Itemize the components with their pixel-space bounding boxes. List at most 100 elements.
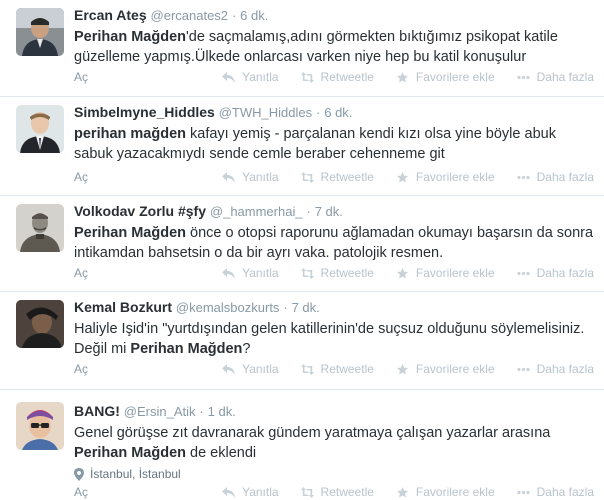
fullname[interactable]: Ercan Ateş xyxy=(74,7,147,23)
more-label: Daha fazla xyxy=(536,362,594,376)
mention-highlight: perihan mağden xyxy=(74,126,186,142)
tweet[interactable]: Volkodav Zorlu #şfy @_hammerhai_ · 7 dk.… xyxy=(0,196,604,292)
favorite-button[interactable]: Favorilere ekle xyxy=(396,70,495,84)
username[interactable]: @Ersin_Atik xyxy=(124,404,196,419)
tweet-text: Perihan Mağden önce o otopsi raporunu ağ… xyxy=(74,223,594,263)
tweet-location[interactable]: İstanbul, İstanbul xyxy=(74,466,594,482)
tweet-header: Volkodav Zorlu #şfy @_hammerhai_ · 7 dk. xyxy=(74,202,594,221)
tweet-actions: Yanıtla Retweetle Favorilere ekle Daha f… xyxy=(200,485,594,499)
more-dots-icon xyxy=(517,490,530,494)
favorite-button[interactable]: Favorilere ekle xyxy=(396,170,495,184)
reply-button[interactable]: Yanıtla xyxy=(222,362,279,376)
favorite-star-icon xyxy=(396,363,408,374)
mention-highlight: Perihan Mağden xyxy=(74,445,186,461)
retweet-button[interactable]: Retweetle xyxy=(300,70,374,84)
separator: · xyxy=(283,300,288,315)
expand-link[interactable]: Aç xyxy=(74,70,88,84)
timestamp[interactable]: 6 dk. xyxy=(324,105,352,120)
tweet-actions: Yanıtla Retweetle Favorilere ekle Daha f… xyxy=(200,170,594,184)
retweet-icon xyxy=(300,486,314,498)
favorite-button[interactable]: Favorilere ekle xyxy=(396,485,495,499)
fullname[interactable]: BANG! xyxy=(74,403,120,419)
tweet-text: Haliyle Işid'in "yurtdışından gelen kati… xyxy=(74,319,594,359)
more-label: Daha fazla xyxy=(536,170,594,184)
favorite-star-icon xyxy=(396,486,408,497)
tweet-content: Kemal Bozkurt @kemalsbozkurts · 7 dk. Ha… xyxy=(74,298,594,359)
expand-link[interactable]: Aç xyxy=(74,170,88,184)
favorite-label: Favorilere ekle xyxy=(415,485,495,499)
retweet-label: Retweetle xyxy=(320,70,374,84)
reply-icon xyxy=(222,71,236,83)
fullname[interactable]: Simbelmyne_Hiddles xyxy=(74,104,215,120)
tweet[interactable]: Kemal Bozkurt @kemalsbozkurts · 7 dk. Ha… xyxy=(0,292,604,390)
tweet[interactable]: BANG! @Ersin_Atik · 1 dk. Genel görüşse … xyxy=(0,390,604,500)
reply-button[interactable]: Yanıtla xyxy=(222,485,279,499)
expand-link[interactable]: Aç xyxy=(74,362,88,376)
reply-label: Yanıtla xyxy=(242,170,279,184)
retweet-button[interactable]: Retweetle xyxy=(300,266,374,280)
tweet[interactable]: Simbelmyne_Hiddles @TWH_Hiddles · 6 dk. … xyxy=(0,97,604,196)
reply-button[interactable]: Yanıtla xyxy=(222,266,279,280)
tweet-header: Ercan Ateş @ercanates2 · 6 dk. xyxy=(74,6,594,25)
more-dots-icon xyxy=(517,75,530,79)
retweet-icon xyxy=(300,363,314,375)
tweet-actions: Yanıtla Retweetle Favorilere ekle Daha f… xyxy=(200,70,594,84)
reply-icon xyxy=(222,171,236,183)
tweet-header: Kemal Bozkurt @kemalsbozkurts · 7 dk. xyxy=(74,298,594,317)
expand-link[interactable]: Aç xyxy=(74,485,88,499)
tweet-content: BANG! @Ersin_Atik · 1 dk. Genel görüşse … xyxy=(74,402,594,482)
more-button[interactable]: Daha fazla xyxy=(517,362,594,376)
expand-link[interactable]: Aç xyxy=(74,266,88,280)
more-button[interactable]: Daha fazla xyxy=(517,170,594,184)
tweet-text: Perihan Mağden'de saçmalamış,adını görme… xyxy=(74,27,594,67)
avatar[interactable] xyxy=(16,105,64,153)
fullname[interactable]: Kemal Bozkurt xyxy=(74,299,172,315)
username[interactable]: @TWH_Hiddles xyxy=(219,105,312,120)
reply-button[interactable]: Yanıtla xyxy=(222,170,279,184)
favorite-star-icon xyxy=(396,171,408,182)
separator: · xyxy=(306,204,311,219)
retweet-label: Retweetle xyxy=(320,266,374,280)
username[interactable]: @_hammerhai_ xyxy=(210,204,303,219)
mention-highlight: Perihan Mağden xyxy=(130,341,243,357)
more-button[interactable]: Daha fazla xyxy=(517,266,594,280)
tweet-footer: Aç Yanıtla Retweetle Favorilere ekle Dah… xyxy=(74,170,594,186)
tweet-header: BANG! @Ersin_Atik · 1 dk. xyxy=(74,402,594,421)
timestamp[interactable]: 6 dk. xyxy=(240,8,268,23)
avatar[interactable] xyxy=(16,300,64,348)
username[interactable]: @kemalsbozkurts xyxy=(176,300,280,315)
timestamp[interactable]: 1 dk. xyxy=(208,404,236,419)
more-button[interactable]: Daha fazla xyxy=(517,485,594,499)
tweet-actions: Yanıtla Retweetle Favorilere ekle Daha f… xyxy=(200,266,594,280)
tweet[interactable]: Ercan Ateş @ercanates2 · 6 dk. Perihan M… xyxy=(0,0,604,97)
text-segment: de eklendi xyxy=(186,445,257,461)
favorite-button[interactable]: Favorilere ekle xyxy=(396,362,495,376)
location-pin-icon xyxy=(74,467,84,481)
retweet-button[interactable]: Retweetle xyxy=(300,170,374,184)
reply-button[interactable]: Yanıtla xyxy=(222,70,279,84)
retweet-label: Retweetle xyxy=(320,485,374,499)
mention-highlight: Perihan Mağden xyxy=(74,29,186,45)
timestamp[interactable]: 7 dk. xyxy=(292,300,320,315)
reply-label: Yanıtla xyxy=(242,70,279,84)
avatar[interactable] xyxy=(16,402,64,450)
retweet-button[interactable]: Retweetle xyxy=(300,362,374,376)
username[interactable]: @ercanates2 xyxy=(151,8,229,23)
more-button[interactable]: Daha fazla xyxy=(517,70,594,84)
location-label: İstanbul, İstanbul xyxy=(90,467,181,481)
reply-label: Yanıtla xyxy=(242,485,279,499)
timestamp[interactable]: 7 dk. xyxy=(315,204,343,219)
favorite-star-icon xyxy=(396,267,408,278)
tweet-footer: Aç Yanıtla Retweetle Favorilere ekle Dah… xyxy=(74,362,594,378)
more-dots-icon xyxy=(517,367,530,371)
favorite-button[interactable]: Favorilere ekle xyxy=(396,266,495,280)
separator: · xyxy=(231,8,237,23)
tweet-footer: Aç Yanıtla Retweetle Favorilere ekle Dah… xyxy=(74,70,594,86)
fullname[interactable]: Volkodav Zorlu #şfy xyxy=(74,203,206,219)
avatar-image xyxy=(16,105,64,153)
separator: · xyxy=(316,105,321,120)
retweet-button[interactable]: Retweetle xyxy=(300,485,374,499)
avatar[interactable] xyxy=(16,204,64,252)
avatar[interactable] xyxy=(16,8,64,56)
timeline: Ercan Ateş @ercanates2 · 6 dk. Perihan M… xyxy=(0,0,604,500)
